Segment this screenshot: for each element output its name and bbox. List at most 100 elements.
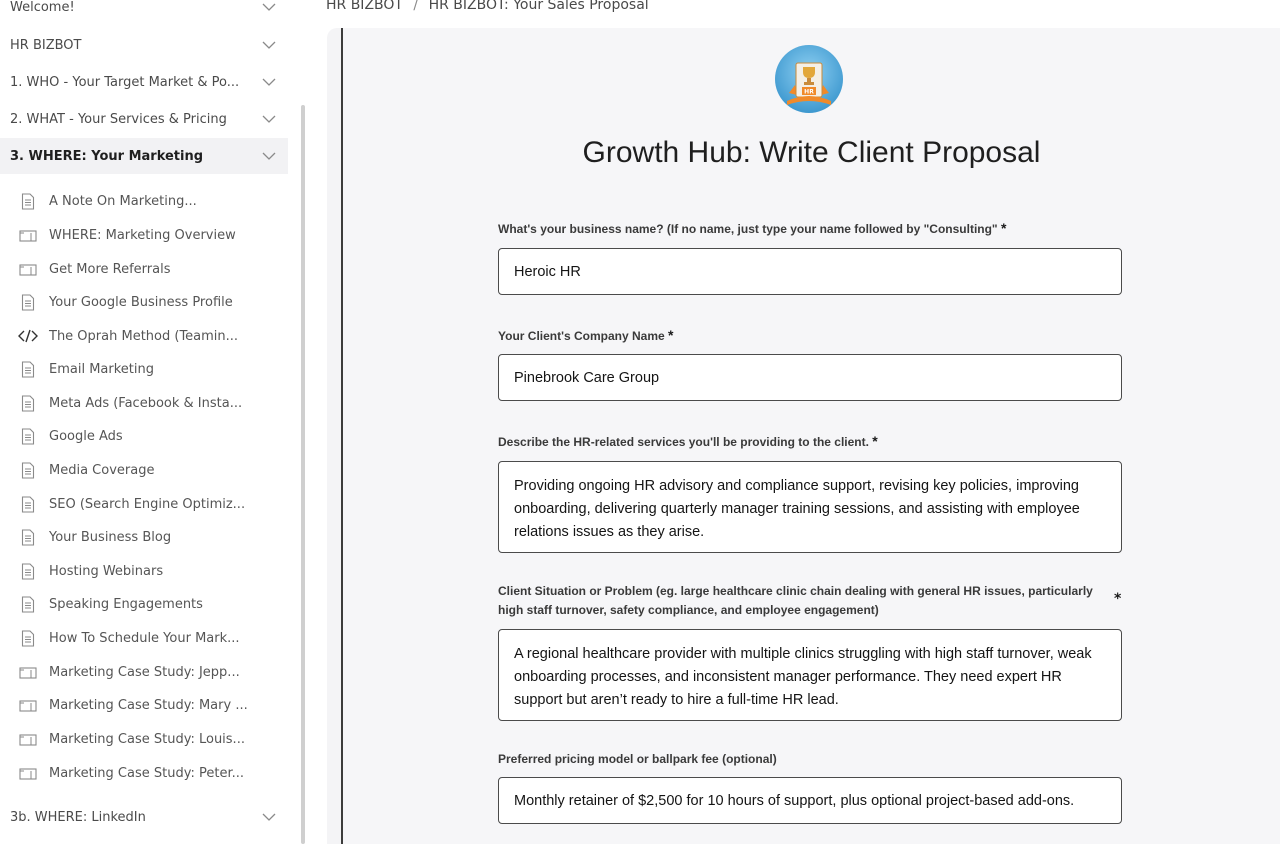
section-label: 3b. WHERE: LinkedIn [10, 809, 146, 825]
lesson-item[interactable]: Get More Referrals [18, 252, 288, 286]
section-who[interactable]: 1. WHO - Your Target Market & Po... [0, 64, 288, 100]
field-label-text: What's your business name? (If no name, … [498, 222, 998, 236]
lesson-item[interactable]: A Note On Marketing... [18, 184, 288, 218]
chevron-down-icon [262, 76, 276, 88]
lesson-label: Marketing Case Study: Peter... [49, 765, 244, 781]
lesson-label: WHERE: Marketing Overview [49, 227, 236, 243]
lesson-item[interactable]: Your Google Business Profile [18, 285, 288, 319]
services-value: Providing ongoing HR advisory and compli… [514, 478, 1080, 540]
lesson-label: A Note On Marketing... [49, 193, 197, 209]
lesson-label: Marketing Case Study: Mary ... [49, 697, 248, 713]
field-label-text: Preferred pricing model or ballpark fee … [498, 752, 777, 766]
chevron-down-icon [262, 150, 276, 162]
business-name-value: Heroic HR [514, 263, 581, 280]
section-label: Welcome! [10, 0, 75, 15]
lesson-item[interactable]: The Oprah Method (Teamin... [18, 319, 288, 353]
document-icon [18, 527, 38, 547]
lesson-label: Your Google Business Profile [49, 294, 233, 310]
lesson-label: Marketing Case Study: Jepp... [49, 664, 240, 680]
services-textarea[interactable]: Providing ongoing HR advisory and compli… [498, 461, 1122, 553]
logo-text: HR [804, 89, 814, 96]
lesson-item[interactable]: Marketing Case Study: Jepp... [18, 655, 288, 689]
breadcrumb-item[interactable]: HR BIZBOT [326, 0, 403, 13]
lesson-label: Your Business Blog [49, 529, 172, 545]
document-icon [18, 628, 38, 648]
client-situation-value: A regional healthcare provider with mult… [514, 646, 1092, 708]
lesson-label: Marketing Case Study: Louis... [49, 731, 245, 747]
document-icon [18, 191, 38, 211]
video-icon [18, 763, 38, 783]
video-icon [18, 225, 38, 245]
bizbot-logo: HR [775, 45, 843, 113]
lesson-label: How To Schedule Your Mark... [49, 630, 240, 646]
lesson-item[interactable]: Media Coverage [18, 453, 288, 487]
video-icon [18, 662, 38, 682]
client-situation-textarea[interactable]: A regional healthcare provider with mult… [498, 629, 1122, 721]
section-label: HR BIZBOT [10, 37, 82, 53]
required-marker: * [668, 327, 674, 343]
document-icon [18, 561, 38, 581]
code-icon [18, 326, 38, 346]
lesson-label: Get More Referrals [49, 261, 171, 277]
lesson-item[interactable]: Google Ads [18, 419, 288, 453]
lesson-label: Media Coverage [49, 462, 155, 478]
section-what[interactable]: 2. WHAT - Your Services & Pricing [0, 101, 288, 137]
breadcrumb: HR BIZBOT / HR BIZBOT: Your Sales Propos… [326, 0, 649, 13]
video-icon [18, 695, 38, 715]
client-company-input[interactable]: Pinebrook Care Group [498, 354, 1122, 401]
section-where-marketing[interactable]: 3. WHERE: Your Marketing [0, 138, 288, 174]
field-label: What's your business name? (If no name, … [498, 219, 1122, 239]
chevron-down-icon [262, 811, 276, 823]
section-where-linkedin[interactable]: 3b. WHERE: LinkedIn [0, 799, 288, 835]
field-label: Preferred pricing model or ballpark fee … [498, 750, 1122, 769]
field-label: Client Situation or Problem (eg. large h… [498, 582, 1098, 620]
client-company-value: Pinebrook Care Group [514, 369, 660, 386]
chevron-down-icon [262, 113, 276, 125]
lesson-item[interactable]: WHERE: Marketing Overview [18, 218, 288, 252]
document-icon [18, 426, 38, 446]
lesson-item[interactable]: Meta Ads (Facebook & Insta... [18, 386, 288, 420]
lesson-label: Hosting Webinars [49, 563, 164, 579]
document-icon [18, 359, 38, 379]
lesson-item[interactable]: Marketing Case Study: Louis... [18, 722, 288, 756]
lesson-label: Email Marketing [49, 361, 154, 377]
field-label-text: Client Situation or Problem (eg. large h… [498, 584, 1093, 617]
lesson-item[interactable]: Speaking Engagements [18, 587, 288, 621]
required-marker: * [1114, 591, 1122, 607]
lesson-item[interactable]: Marketing Case Study: Peter... [18, 756, 288, 790]
lesson-item[interactable]: Your Business Blog [18, 520, 288, 554]
chevron-down-icon [262, 1, 276, 13]
document-icon [18, 292, 38, 312]
section-hr-bizbot[interactable]: HR BIZBOT [0, 27, 288, 63]
section-welcome[interactable]: Welcome! [0, 0, 288, 25]
business-name-input[interactable]: Heroic HR [498, 248, 1122, 295]
lesson-item[interactable]: Email Marketing [18, 352, 288, 386]
document-icon [18, 393, 38, 413]
lesson-label: Google Ads [49, 428, 123, 444]
required-marker: * [1000, 220, 1007, 236]
lesson-label: SEO (Search Engine Optimiz... [49, 496, 246, 512]
document-icon [18, 460, 38, 480]
breadcrumb-current: HR BIZBOT: Your Sales Proposal [428, 0, 649, 13]
field-label: Describe the HR-related services you'll … [498, 432, 1122, 452]
section-label: 3. WHERE: Your Marketing [10, 148, 204, 164]
section-label: 2. WHAT - Your Services & Pricing [10, 111, 227, 127]
lesson-item[interactable]: Marketing Case Study: Mary ... [18, 688, 288, 722]
video-icon [18, 259, 38, 279]
document-icon [18, 594, 38, 614]
lesson-item[interactable]: Hosting Webinars [18, 554, 288, 588]
sidebar-scrollbar[interactable] [301, 105, 305, 844]
chevron-down-icon [262, 39, 276, 51]
lesson-label: Speaking Engagements [49, 596, 203, 612]
field-label-text: Your Client's Company Name [498, 329, 665, 343]
document-icon [18, 494, 38, 514]
course-sidebar: Welcome! HR BIZBOT 1. WHO - Your Target … [0, 0, 302, 844]
breadcrumb-separator: / [413, 0, 419, 13]
required-marker: * [872, 433, 878, 449]
lesson-item[interactable]: SEO (Search Engine Optimiz... [18, 487, 288, 521]
lesson-label: The Oprah Method (Teamin... [49, 328, 239, 344]
lesson-item[interactable]: How To Schedule Your Mark... [18, 621, 288, 655]
pricing-input[interactable]: Monthly retainer of $2,500 for 10 hours … [498, 777, 1122, 824]
pricing-value: Monthly retainer of $2,500 for 10 hours … [514, 792, 1075, 809]
page-title: Growth Hub: Write Client Proposal [582, 136, 1041, 169]
